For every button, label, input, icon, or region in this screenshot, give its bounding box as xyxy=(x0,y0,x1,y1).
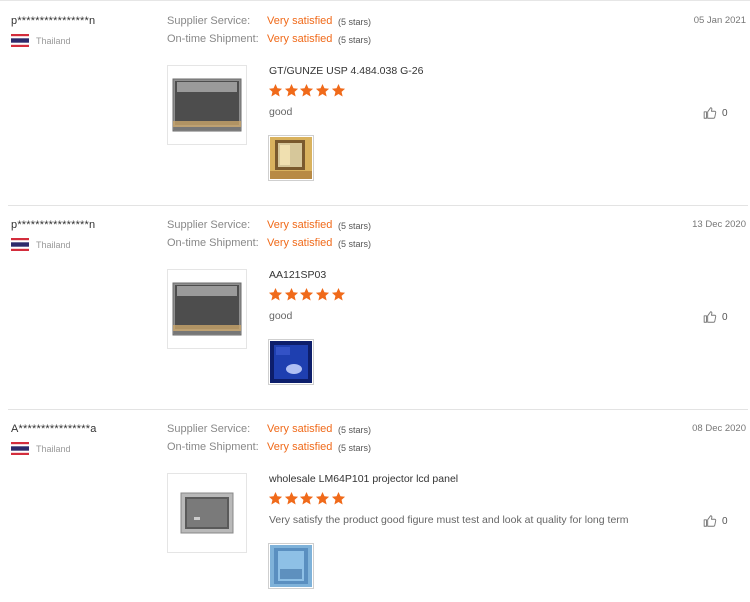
thailand-flag-icon xyxy=(11,238,29,251)
review-comment: Very satisfy the product good figure mus… xyxy=(269,514,629,526)
buyer-name: A****************a xyxy=(11,423,97,435)
ontime-shipment-stars: (5 stars) xyxy=(338,239,372,249)
country-name: Thailand xyxy=(36,239,71,250)
like-button[interactable]: 0 xyxy=(703,514,728,528)
star-icon xyxy=(331,491,345,505)
product-name[interactable]: wholesale LM64P101 projector lcd panel xyxy=(269,473,458,485)
buyer-country: Thailand xyxy=(11,34,71,47)
product-thumbnail[interactable] xyxy=(167,473,247,553)
thailand-flag-icon xyxy=(11,442,29,455)
like-count: 0 xyxy=(722,107,728,119)
supplier-service-stars: (5 stars) xyxy=(338,17,372,27)
review-date: 13 Dec 2020 xyxy=(692,219,746,230)
product-thumbnail[interactable] xyxy=(167,269,247,349)
lcd-panel-image xyxy=(172,78,242,132)
ontime-shipment-value: Very satisfied xyxy=(267,33,333,45)
product-name[interactable]: GT/GUNZE USP 4.484.038 G-26 xyxy=(269,65,423,77)
review-comment: good xyxy=(269,106,293,118)
star-icon xyxy=(331,287,345,301)
supplier-service-label: Supplier Service: xyxy=(167,15,251,27)
buyer-country: Thailand xyxy=(11,442,71,455)
review-item: p****************n Thailand Supplier Ser… xyxy=(0,2,750,206)
star-icon xyxy=(268,83,283,97)
country-name: Thailand xyxy=(36,35,71,46)
review-photo[interactable] xyxy=(268,543,314,589)
ontime-shipment-stars: (5 stars) xyxy=(338,35,372,45)
lcd-panel-image xyxy=(180,492,234,534)
review-comment: good xyxy=(269,310,293,322)
star-icon xyxy=(300,83,314,97)
ontime-shipment-label: On-time Shipment: xyxy=(167,237,259,249)
buyer-country: Thailand xyxy=(11,238,71,251)
thumbs-up-icon xyxy=(703,107,717,119)
star-icon xyxy=(331,83,345,97)
like-count: 0 xyxy=(722,311,728,323)
rating-stars xyxy=(268,287,346,302)
photo-image xyxy=(270,137,312,179)
review-photo[interactable] xyxy=(268,339,314,385)
supplier-service-label: Supplier Service: xyxy=(167,423,251,435)
like-button[interactable]: 0 xyxy=(703,310,728,324)
photo-image xyxy=(270,545,312,587)
like-button[interactable]: 0 xyxy=(703,106,728,120)
buyer-name: p****************n xyxy=(11,219,96,231)
like-count: 0 xyxy=(722,515,728,527)
product-thumbnail[interactable] xyxy=(167,65,247,145)
star-icon xyxy=(284,287,298,301)
country-name: Thailand xyxy=(36,443,71,454)
top-divider xyxy=(0,0,750,1)
review-date: 05 Jan 2021 xyxy=(693,15,746,26)
ontime-shipment-label: On-time Shipment: xyxy=(167,33,259,45)
star-icon xyxy=(316,83,330,97)
thailand-flag-icon xyxy=(11,34,29,47)
star-icon xyxy=(300,491,314,505)
supplier-service-stars: (5 stars) xyxy=(338,221,372,231)
ontime-shipment-label: On-time Shipment: xyxy=(167,441,259,453)
product-name[interactable]: AA121SP03 xyxy=(269,269,326,281)
supplier-service-value: Very satisfied xyxy=(267,15,333,27)
ontime-shipment-stars: (5 stars) xyxy=(338,443,372,453)
star-icon xyxy=(268,287,283,301)
star-icon xyxy=(316,491,330,505)
review-date: 08 Dec 2020 xyxy=(692,423,746,434)
thumbs-up-icon xyxy=(703,311,717,323)
star-icon xyxy=(284,491,298,505)
star-icon xyxy=(284,83,298,97)
rating-stars xyxy=(268,83,346,98)
review-item: A****************a Thailand Supplier Ser… xyxy=(0,410,750,602)
lcd-panel-image xyxy=(172,282,242,336)
review-item: p****************n Thailand Supplier Ser… xyxy=(0,206,750,410)
supplier-service-value: Very satisfied xyxy=(267,423,333,435)
rating-stars xyxy=(268,491,346,506)
ontime-shipment-value: Very satisfied xyxy=(267,237,333,249)
supplier-service-stars: (5 stars) xyxy=(338,425,372,435)
ontime-shipment-value: Very satisfied xyxy=(267,441,333,453)
buyer-name: p****************n xyxy=(11,15,96,27)
thumbs-up-icon xyxy=(703,515,717,527)
supplier-service-value: Very satisfied xyxy=(267,219,333,231)
review-photo[interactable] xyxy=(268,135,314,181)
supplier-service-label: Supplier Service: xyxy=(167,219,251,231)
star-icon xyxy=(316,287,330,301)
star-icon xyxy=(300,287,314,301)
photo-image xyxy=(270,341,312,383)
star-icon xyxy=(268,491,283,505)
